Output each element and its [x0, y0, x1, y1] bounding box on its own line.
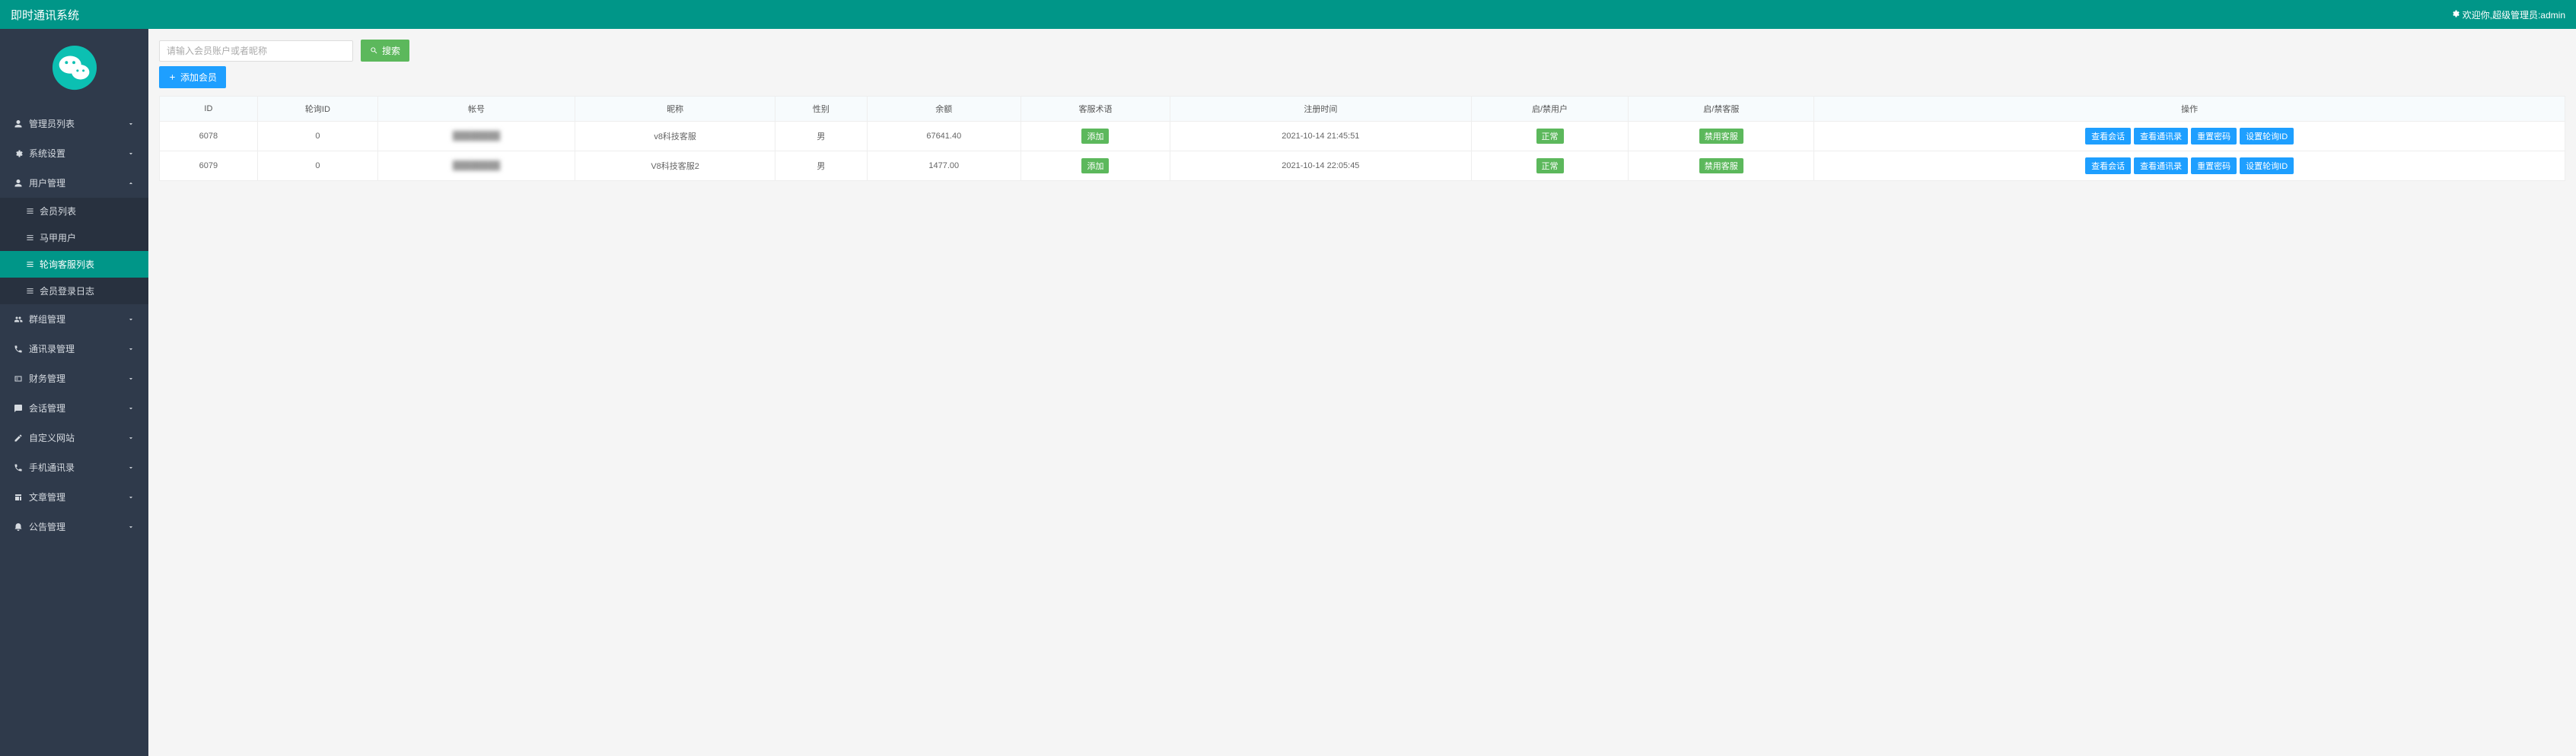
menu-group-mgmt[interactable]: 群组管理 [0, 304, 148, 334]
cell-gender: 男 [775, 122, 867, 151]
cell-id: 6078 [160, 122, 258, 151]
sub-poll-service-list[interactable]: 轮询客服列表 [0, 251, 148, 278]
user-status-badge[interactable]: 正常 [1536, 158, 1564, 173]
table-header-row: ID 轮询ID 帐号 昵称 性别 余额 客服术语 注册时间 启/禁用户 启/禁客… [160, 97, 2565, 122]
col-user-status: 启/禁用户 [1471, 97, 1628, 122]
cell-term: 添加 [1021, 151, 1170, 181]
search-button[interactable]: 搜索 [361, 40, 409, 62]
term-badge[interactable]: 添加 [1081, 158, 1109, 173]
cell-actions: 查看会话查看通讯录重置密码设置轮询ID [1814, 151, 2565, 181]
cell-nick: v8科技客服 [575, 122, 775, 151]
action-btn-0[interactable]: 查看会话 [2085, 128, 2131, 145]
chevron-down-icon [127, 405, 135, 412]
col-gender: 性别 [775, 97, 867, 122]
cell-service-status: 禁用客服 [1629, 151, 1814, 181]
cell-gender: 男 [775, 151, 867, 181]
cell-regtime: 2021-10-14 21:45:51 [1170, 122, 1471, 151]
table-row: 6079 0 ████████ V8科技客服2 男 1477.00 添加 202… [160, 151, 2565, 181]
term-badge[interactable]: 添加 [1081, 129, 1109, 144]
chevron-down-icon [127, 375, 135, 383]
cell-nick: V8科技客服2 [575, 151, 775, 181]
cell-actions: 查看会话查看通讯录重置密码设置轮询ID [1814, 122, 2565, 151]
col-balance: 余额 [867, 97, 1021, 122]
welcome-text[interactable]: 欢迎你,超级管理员:admin [2450, 8, 2565, 21]
action-btn-0[interactable]: 查看会话 [2085, 157, 2131, 174]
chevron-down-icon [127, 120, 135, 128]
col-term: 客服术语 [1021, 97, 1170, 122]
action-btn-2[interactable]: 重置密码 [2191, 157, 2237, 174]
search-input[interactable] [159, 40, 353, 62]
user-status-badge[interactable]: 正常 [1536, 129, 1564, 144]
action-btn-2[interactable]: 重置密码 [2191, 128, 2237, 145]
menu-system-settings[interactable]: 系统设置 [0, 138, 148, 168]
cell-poll-id: 0 [257, 122, 377, 151]
submenu-user: 会员列表 马甲用户 轮询客服列表 会员登录日志 [0, 198, 148, 304]
chevron-down-icon [127, 494, 135, 501]
cell-balance: 1477.00 [867, 151, 1021, 181]
topbar: 即时通讯系统 欢迎你,超级管理员:admin [0, 0, 2576, 29]
chevron-down-icon [127, 150, 135, 157]
col-nick: 昵称 [575, 97, 775, 122]
chevron-up-icon [127, 179, 135, 187]
col-regtime: 注册时间 [1170, 97, 1471, 122]
col-service-status: 启/禁客服 [1629, 97, 1814, 122]
menu-notice-mgmt[interactable]: 公告管理 [0, 512, 148, 542]
chevron-down-icon [127, 434, 135, 442]
cell-poll-id: 0 [257, 151, 377, 181]
cell-regtime: 2021-10-14 22:05:45 [1170, 151, 1471, 181]
menu-contacts-mgmt[interactable]: 通讯录管理 [0, 334, 148, 364]
col-actions: 操作 [1814, 97, 2565, 122]
table-row: 6078 0 ████████ v8科技客服 男 67641.40 添加 202… [160, 122, 2565, 151]
add-member-button[interactable]: 添加会员 [159, 66, 226, 88]
col-poll-id: 轮询ID [257, 97, 377, 122]
menu-finance-mgmt[interactable]: 财务管理 [0, 364, 148, 393]
cell-balance: 67641.40 [867, 122, 1021, 151]
search-icon [370, 46, 378, 55]
cell-account: ████████ [377, 151, 575, 181]
plus-icon [168, 73, 177, 81]
menu-session-mgmt[interactable]: 会话管理 [0, 393, 148, 423]
sidebar: 管理员列表 系统设置 用户管理 会员列表 马甲用户 轮询客服列表 会员登录日志 … [0, 29, 148, 756]
cell-service-status: 禁用客服 [1629, 122, 1814, 151]
cell-term: 添加 [1021, 122, 1170, 151]
data-table: ID 轮询ID 帐号 昵称 性别 余额 客服术语 注册时间 启/禁用户 启/禁客… [159, 96, 2565, 181]
menu-custom-site[interactable]: 自定义网站 [0, 423, 148, 453]
cell-user-status: 正常 [1471, 122, 1628, 151]
sub-majia-user[interactable]: 马甲用户 [0, 224, 148, 251]
action-btn-3[interactable]: 设置轮询ID [2240, 128, 2294, 145]
gear-icon [2450, 9, 2460, 21]
service-status-badge[interactable]: 禁用客服 [1699, 158, 1743, 173]
action-btn-1[interactable]: 查看通讯录 [2134, 128, 2188, 145]
cell-account: ████████ [377, 122, 575, 151]
action-btn-1[interactable]: 查看通讯录 [2134, 157, 2188, 174]
menu-article-mgmt[interactable]: 文章管理 [0, 482, 148, 512]
service-status-badge[interactable]: 禁用客服 [1699, 129, 1743, 144]
menu-admin-list[interactable]: 管理员列表 [0, 109, 148, 138]
chevron-down-icon [127, 345, 135, 353]
menu-phone-contacts[interactable]: 手机通讯录 [0, 453, 148, 482]
chevron-down-icon [127, 316, 135, 323]
main-content: 搜索 添加会员 ID 轮询ID 帐号 昵称 性别 余额 客服术语 注册时间 [148, 29, 2576, 756]
chevron-down-icon [127, 464, 135, 472]
col-id: ID [160, 97, 258, 122]
sub-member-list[interactable]: 会员列表 [0, 198, 148, 224]
logo [0, 29, 148, 109]
cell-user-status: 正常 [1471, 151, 1628, 181]
chevron-down-icon [127, 523, 135, 531]
sub-login-log[interactable]: 会员登录日志 [0, 278, 148, 304]
app-title: 即时通讯系统 [11, 7, 79, 23]
action-btn-3[interactable]: 设置轮询ID [2240, 157, 2294, 174]
col-account: 帐号 [377, 97, 575, 122]
cell-id: 6079 [160, 151, 258, 181]
menu-user-mgmt[interactable]: 用户管理 [0, 168, 148, 198]
